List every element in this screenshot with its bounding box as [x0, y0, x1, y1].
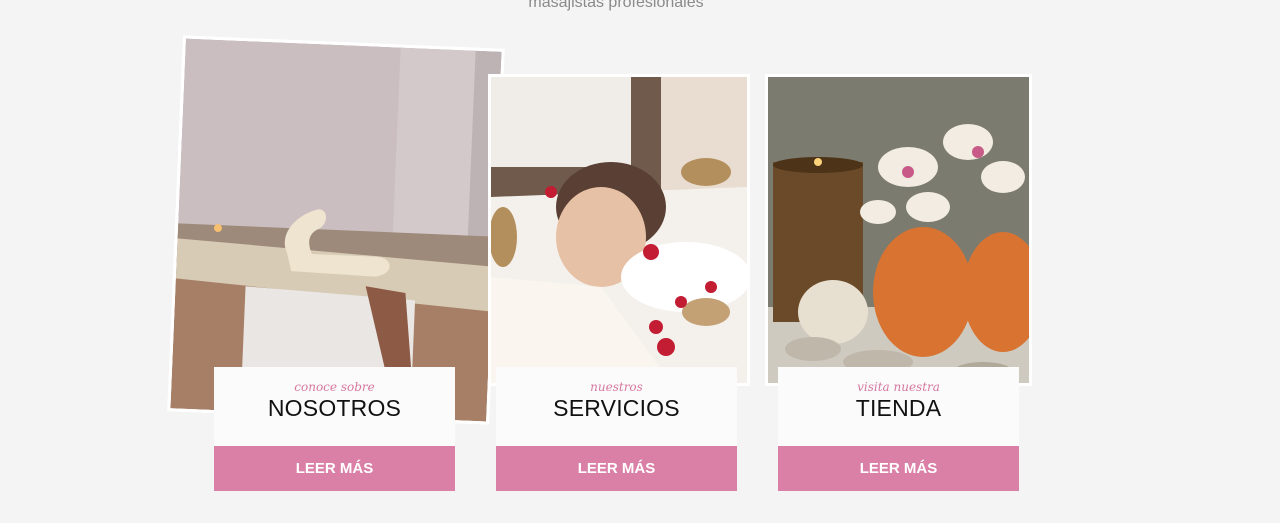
- servicios-card: nuestros SERVICIOS: [496, 367, 737, 446]
- card-title: TIENDA: [855, 395, 942, 421]
- tienda-card: visita nuestra TIENDA: [778, 367, 1019, 446]
- card-kicker: visita nuestra: [857, 380, 940, 394]
- card-title: SERVICIOS: [553, 395, 680, 421]
- tienda-photo[interactable]: [765, 74, 1032, 386]
- card-title: NOSOTROS: [267, 395, 402, 421]
- towel-swan-image: [170, 38, 502, 422]
- servicios-photo[interactable]: [488, 74, 750, 386]
- card-kicker: nuestros: [590, 380, 643, 394]
- leer-mas-nosotros-button[interactable]: LEER MÁS: [214, 446, 455, 491]
- nosotros-card: conoce sobre NOSOTROS: [214, 367, 455, 446]
- leer-mas-tienda-button[interactable]: LEER MÁS: [778, 446, 1019, 491]
- card-kicker: conoce sobre: [294, 380, 375, 394]
- section-subtitle: masajistas profesionales: [528, 0, 704, 11]
- leer-mas-servicios-button[interactable]: LEER MÁS: [496, 446, 737, 491]
- spa-products-image: [768, 77, 1029, 383]
- woman-relaxing-image: [491, 77, 747, 383]
